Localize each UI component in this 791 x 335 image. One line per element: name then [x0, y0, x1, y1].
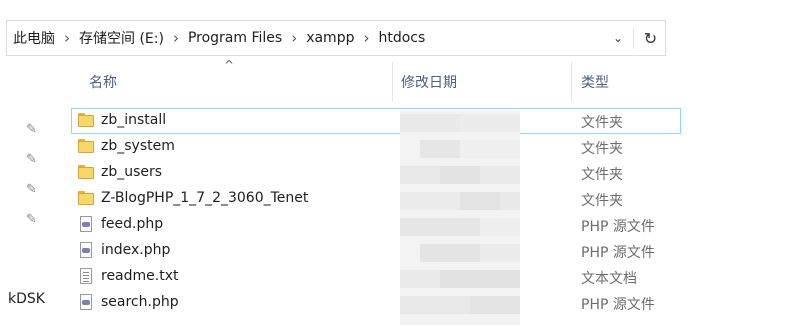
file-type: 文件夹 — [581, 193, 623, 209]
file-name: index.php — [101, 242, 171, 258]
list-item[interactable]: search.php PHP 源文件 — [0, 290, 791, 316]
breadcrumb-separator-icon[interactable]: › — [291, 29, 297, 47]
folder-icon — [78, 139, 94, 153]
list-item[interactable]: feed.php PHP 源文件 — [0, 212, 791, 238]
address-bar[interactable]: 此电脑 › 存储空间 (E:) › Program Files › xampp … — [6, 20, 666, 56]
breadcrumb: 此电脑 › 存储空间 (E:) › Program Files › xampp … — [13, 21, 425, 55]
file-type: 文件夹 — [581, 167, 623, 183]
refresh-icon[interactable]: ↻ — [635, 21, 666, 55]
file-name: zb_system — [101, 138, 175, 154]
file-type: PHP 源文件 — [581, 219, 655, 235]
folder-icon — [78, 113, 94, 127]
file-name: feed.php — [101, 216, 164, 232]
address-history-dropdown-icon[interactable]: ⌄ — [605, 21, 631, 55]
address-bar-divider — [633, 27, 634, 49]
column-divider[interactable] — [571, 62, 572, 102]
list-item[interactable]: Z-BlogPHP_1_7_2_3060_Tenet 文件夹 — [0, 186, 791, 212]
breadcrumb-separator-icon[interactable]: › — [363, 29, 369, 47]
file-name: zb_install — [101, 112, 167, 128]
file-name: Z-BlogPHP_1_7_2_3060_Tenet — [101, 190, 309, 206]
breadcrumb-separator-icon[interactable]: › — [64, 29, 70, 47]
column-header-type[interactable]: 类型 — [581, 72, 609, 92]
php-file-icon — [80, 294, 92, 310]
column-divider[interactable] — [392, 62, 393, 102]
file-name: readme.txt — [101, 268, 179, 284]
redacted-date-column — [400, 110, 520, 325]
list-item[interactable]: zb_install 文件夹 — [0, 108, 791, 134]
list-item[interactable]: zb_users 文件夹 — [0, 160, 791, 186]
breadcrumb-program-files[interactable]: Program Files — [188, 30, 282, 46]
column-header-date-modified[interactable]: 修改日期 — [401, 72, 457, 92]
php-file-icon — [80, 242, 92, 258]
breadcrumb-this-pc[interactable]: 此电脑 — [13, 28, 55, 48]
column-header-row: ^ 名称 修改日期 类型 — [0, 58, 791, 104]
list-item[interactable]: index.php PHP 源文件 — [0, 238, 791, 264]
sort-ascending-icon: ^ — [224, 58, 235, 72]
list-item[interactable]: zb_system 文件夹 — [0, 134, 791, 160]
file-name: search.php — [101, 294, 179, 310]
list-item[interactable]: readme.txt 文本文档 — [0, 264, 791, 290]
file-type: 文件夹 — [581, 115, 623, 131]
breadcrumb-htdocs[interactable]: htdocs — [378, 30, 425, 46]
column-header-name[interactable]: 名称 — [89, 72, 117, 92]
text-file-icon — [80, 268, 92, 284]
folder-icon — [78, 191, 94, 205]
php-file-icon — [80, 216, 92, 232]
file-type: PHP 源文件 — [581, 297, 655, 313]
breadcrumb-xampp[interactable]: xampp — [306, 30, 354, 46]
breadcrumb-drive-e[interactable]: 存储空间 (E:) — [79, 28, 164, 48]
file-type: 文本文档 — [581, 271, 637, 287]
breadcrumb-separator-icon[interactable]: › — [173, 29, 179, 47]
file-type: 文件夹 — [581, 141, 623, 157]
folder-icon — [78, 165, 94, 179]
file-name: zb_users — [101, 164, 163, 180]
file-type: PHP 源文件 — [581, 245, 655, 261]
